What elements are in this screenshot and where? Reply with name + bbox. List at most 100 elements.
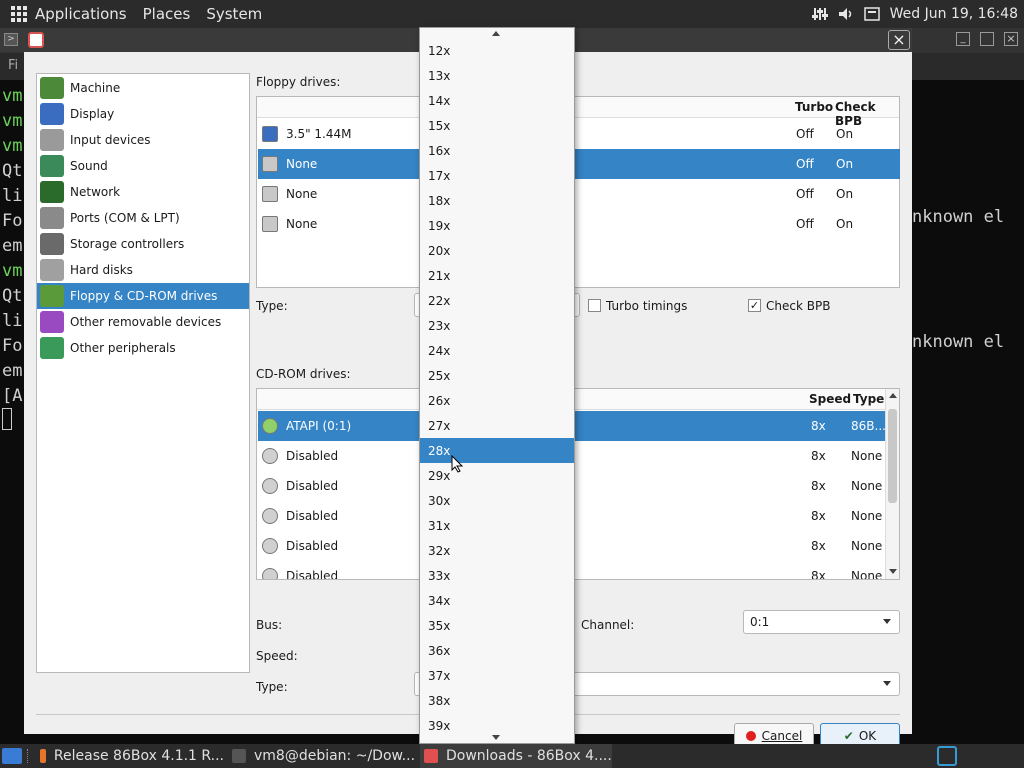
floppy-name: None	[286, 157, 318, 171]
speed-option[interactable]: 17x	[420, 163, 574, 188]
speed-option[interactable]: 24x	[420, 338, 574, 363]
speed-option[interactable]: 39x	[420, 713, 574, 738]
floppy-drive-list[interactable]: Turbo Check BPB 3.5" 1.44M Off On None Off On…	[256, 96, 900, 288]
scroll-up-icon[interactable]	[492, 31, 500, 36]
firefox-icon	[40, 749, 46, 763]
speed-option[interactable]: 12x	[420, 38, 574, 63]
category-item[interactable]: Floppy & CD-ROM drives	[37, 283, 249, 309]
category-list: Machine Display Input devices Sound Network P…	[36, 73, 250, 673]
speed-option[interactable]: 14x	[420, 88, 574, 113]
floppy-row[interactable]: None Off On	[258, 209, 900, 239]
taskbar-task-label: Downloads - 86Box 4....	[446, 748, 612, 764]
speed-option[interactable]: 26x	[420, 388, 574, 413]
cdrom-name: Disabled	[286, 509, 339, 523]
speaker-icon[interactable]	[838, 6, 854, 22]
speed-option[interactable]: 23x	[420, 313, 574, 338]
ok-button-label: OK	[858, 729, 877, 743]
speed-option[interactable]: 36x	[420, 638, 574, 663]
speed-option[interactable]: 19x	[420, 213, 574, 238]
cdrom-type: None	[851, 479, 883, 493]
maximize-icon[interactable]	[980, 32, 994, 46]
speed-option[interactable]: 21x	[420, 263, 574, 288]
chip-icon	[40, 337, 64, 359]
taskbar: Release 86Box 4.1.1 R... vm8@debian: ~/Do…	[0, 744, 1024, 768]
category-item[interactable]: Other removable devices	[37, 309, 249, 335]
turbo-timings-checkbox[interactable]	[588, 299, 601, 312]
scroll-up-icon[interactable]	[889, 393, 897, 398]
category-item[interactable]: Input devices	[37, 127, 249, 153]
column-header-speed[interactable]: Speed	[809, 392, 851, 406]
taskbar-task[interactable]: Downloads - 86Box 4....	[420, 744, 612, 768]
86box-tray-icon[interactable]	[937, 746, 957, 766]
speed-option[interactable]: 34x	[420, 588, 574, 613]
speed-option[interactable]: 25x	[420, 363, 574, 388]
category-item[interactable]: Other peripherals	[37, 335, 249, 361]
speed-option[interactable]: 13x	[420, 63, 574, 88]
speed-dropdown-list[interactable]: 12x 13x 14x 15x 16x 17x 18x 19x 20x 21x 22x 23x 24x 2…	[419, 27, 575, 744]
speed-option[interactable]: 29x	[420, 463, 574, 488]
apps-grid-icon[interactable]	[11, 6, 27, 22]
floppy-name: 3.5" 1.44M	[286, 127, 352, 141]
floppy-row[interactable]: 3.5" 1.44M Off On	[258, 119, 900, 149]
scrollbar-thumb[interactable]	[888, 409, 897, 503]
show-desktop-icon[interactable]	[2, 748, 22, 764]
cancel-icon	[745, 731, 756, 741]
speed-option[interactable]: 15x	[420, 113, 574, 138]
speed-option[interactable]: 18x	[420, 188, 574, 213]
column-header-type[interactable]: Type	[853, 392, 884, 406]
speed-option[interactable]: 32x	[420, 538, 574, 563]
category-item[interactable]: Display	[37, 101, 249, 127]
speed-option[interactable]: 16x	[420, 138, 574, 163]
speed-option[interactable]: 22x	[420, 288, 574, 313]
menu-system[interactable]: System	[206, 5, 262, 23]
close-button[interactable]: ×	[888, 30, 910, 50]
category-item[interactable]: Hard disks	[37, 257, 249, 283]
removable-icon	[40, 311, 64, 333]
cdrom-drive-list[interactable]: Speed Type ATAPI (0:1) 8x 86B... Disabled 8x…	[256, 388, 900, 580]
sliders-icon[interactable]	[811, 6, 828, 22]
menu-places[interactable]: Places	[143, 5, 191, 23]
bus-label: Bus:	[256, 618, 283, 632]
floppy-row[interactable]: None Off On	[258, 179, 900, 209]
system-tray: Wed Jun 19, 16:48	[811, 0, 1018, 28]
floppy-list-header: Turbo Check BPB	[257, 97, 899, 128]
cdrom-name: Disabled	[286, 449, 339, 463]
check-bpb-checkbox[interactable]: ✓	[748, 299, 761, 312]
close-icon[interactable]: ×	[1004, 32, 1018, 46]
keyboard-icon[interactable]	[863, 6, 880, 22]
speed-option[interactable]: 28x	[420, 438, 574, 463]
hard-disk-icon	[40, 259, 64, 281]
channel-select[interactable]: 0:1	[743, 610, 900, 634]
category-item[interactable]: Ports (COM & LPT)	[37, 205, 249, 231]
cdrom-name: Disabled	[286, 569, 339, 580]
category-item[interactable]: Sound	[37, 153, 249, 179]
minimize-icon[interactable]: _	[956, 32, 970, 46]
category-item[interactable]: Storage controllers	[37, 231, 249, 257]
port-icon	[40, 207, 64, 229]
speed-option[interactable]: 27x	[420, 413, 574, 438]
category-label: Display	[70, 107, 115, 121]
speed-option[interactable]: 20x	[420, 238, 574, 263]
cdrom-type: None	[851, 569, 883, 580]
speed-option[interactable]: 33x	[420, 563, 574, 588]
speed-option[interactable]: 35x	[420, 613, 574, 638]
scroll-down-icon[interactable]	[889, 569, 897, 574]
category-item[interactable]: Machine	[37, 75, 249, 101]
floppy-row[interactable]: None Off On	[258, 149, 900, 179]
floppy-turbo: Off	[796, 127, 814, 141]
menu-applications[interactable]: Applications	[35, 5, 127, 23]
terminal-icon: >	[4, 33, 18, 46]
column-header-turbo[interactable]: Turbo	[795, 100, 833, 114]
speed-option[interactable]: 38x	[420, 688, 574, 713]
clock[interactable]: Wed Jun 19, 16:48	[890, 6, 1018, 22]
speed-option[interactable]: 30x	[420, 488, 574, 513]
taskbar-task[interactable]: vm8@debian: ~/Dow...	[228, 744, 416, 768]
speed-option[interactable]: 37x	[420, 663, 574, 688]
category-item[interactable]: Network	[37, 179, 249, 205]
taskbar-task[interactable]: Release 86Box 4.1.1 R...	[36, 744, 224, 768]
keyboard-mouse-icon	[40, 129, 64, 151]
cdrom-speed: 8x	[811, 569, 826, 580]
speed-option[interactable]: 31x	[420, 513, 574, 538]
cdrom-icon	[262, 418, 278, 434]
cdrom-scrollbar[interactable]	[885, 389, 899, 579]
